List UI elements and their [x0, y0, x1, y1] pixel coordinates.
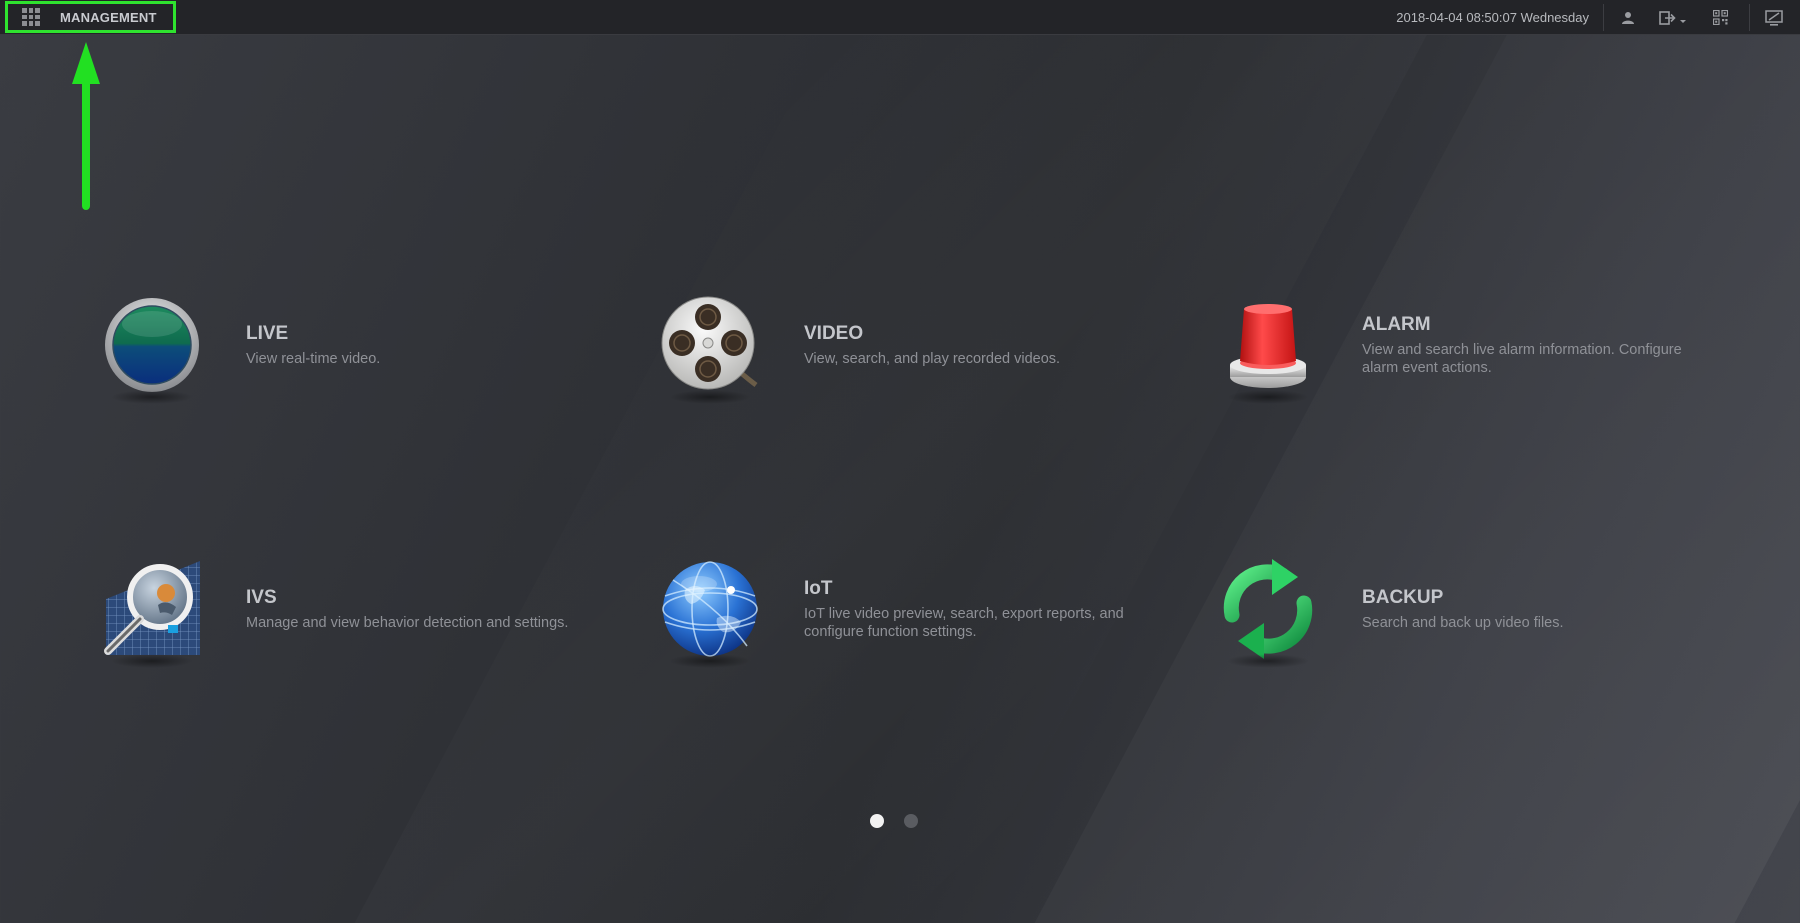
- tile-title: IoT: [804, 577, 833, 599]
- tile-alarm[interactable]: ALARM View and search live alarm informa…: [1213, 280, 1733, 410]
- page-dot-2[interactable]: [904, 814, 918, 828]
- background-sheen: [1034, 0, 1800, 923]
- divider: [1603, 4, 1604, 31]
- tile-title: IVS: [246, 586, 277, 608]
- top-bar: MANAGEMENT 2018-04-04 08:50:07 Wednesday: [0, 0, 1800, 35]
- datetime-display: 2018-04-04 08:50:07 Wednesday: [1396, 10, 1589, 25]
- tile-text: VIDEO View, search, and play recorded vi…: [804, 323, 1060, 368]
- live-icon: [97, 290, 207, 404]
- divider: [1749, 4, 1750, 31]
- user-icon: [1622, 11, 1634, 24]
- tile-text: IVS Manage and view behavior detection a…: [246, 587, 568, 632]
- management-label: MANAGEMENT: [60, 9, 157, 25]
- alarm-siren-icon: [1213, 290, 1323, 404]
- tile-description: Manage and view behavior detection and s…: [246, 614, 569, 631]
- tile-description: Search and back up video files.: [1362, 614, 1564, 631]
- logout-icon: [1659, 10, 1686, 25]
- monitor-icon: [1765, 9, 1783, 26]
- tile-title: LIVE: [246, 322, 289, 344]
- refresh-icon: [1213, 554, 1323, 668]
- tile-text: BACKUP Search and back up video files.: [1362, 587, 1564, 632]
- arrow-up-icon: [72, 42, 100, 210]
- qr-code-button[interactable]: [1709, 0, 1731, 35]
- background-sheen: [354, 0, 1446, 923]
- logout-button[interactable]: [1657, 0, 1691, 35]
- tile-live[interactable]: LIVE View real-time video.: [97, 280, 617, 410]
- tile-description: View real-time video.: [246, 350, 381, 367]
- management-button[interactable]: MANAGEMENT: [5, 1, 176, 33]
- page-indicator: [870, 814, 918, 828]
- tile-title: ALARM: [1362, 313, 1431, 335]
- tile-description: View, search, and play recorded videos.: [804, 350, 1061, 367]
- monitor-button[interactable]: [1762, 0, 1786, 35]
- tile-text: IoT IoT live video preview, search, expo…: [804, 578, 1144, 641]
- tile-ivs[interactable]: IVS Manage and view behavior detection a…: [97, 544, 617, 674]
- globe-icon: [655, 554, 765, 668]
- tile-text: ALARM View and search live alarm informa…: [1362, 314, 1702, 377]
- grid-icon: [22, 8, 40, 26]
- page-dot-1[interactable]: [870, 814, 884, 828]
- magnifier-icon: [97, 554, 207, 668]
- tile-description: IoT live video preview, search, export r…: [804, 605, 1124, 640]
- tile-title: VIDEO: [804, 322, 864, 344]
- tile-backup[interactable]: BACKUP Search and back up video files.: [1213, 544, 1733, 674]
- tile-text: LIVE View real-time video.: [246, 323, 380, 368]
- tile-description: View and search live alarm information. …: [1362, 341, 1682, 376]
- tile-title: BACKUP: [1362, 586, 1444, 608]
- qr-code-icon: [1712, 10, 1728, 25]
- film-reel-icon: [655, 290, 765, 404]
- tile-video[interactable]: VIDEO View, search, and play recorded vi…: [655, 280, 1175, 410]
- user-button[interactable]: [1616, 0, 1640, 35]
- tile-iot[interactable]: IoT IoT live video preview, search, expo…: [655, 544, 1175, 674]
